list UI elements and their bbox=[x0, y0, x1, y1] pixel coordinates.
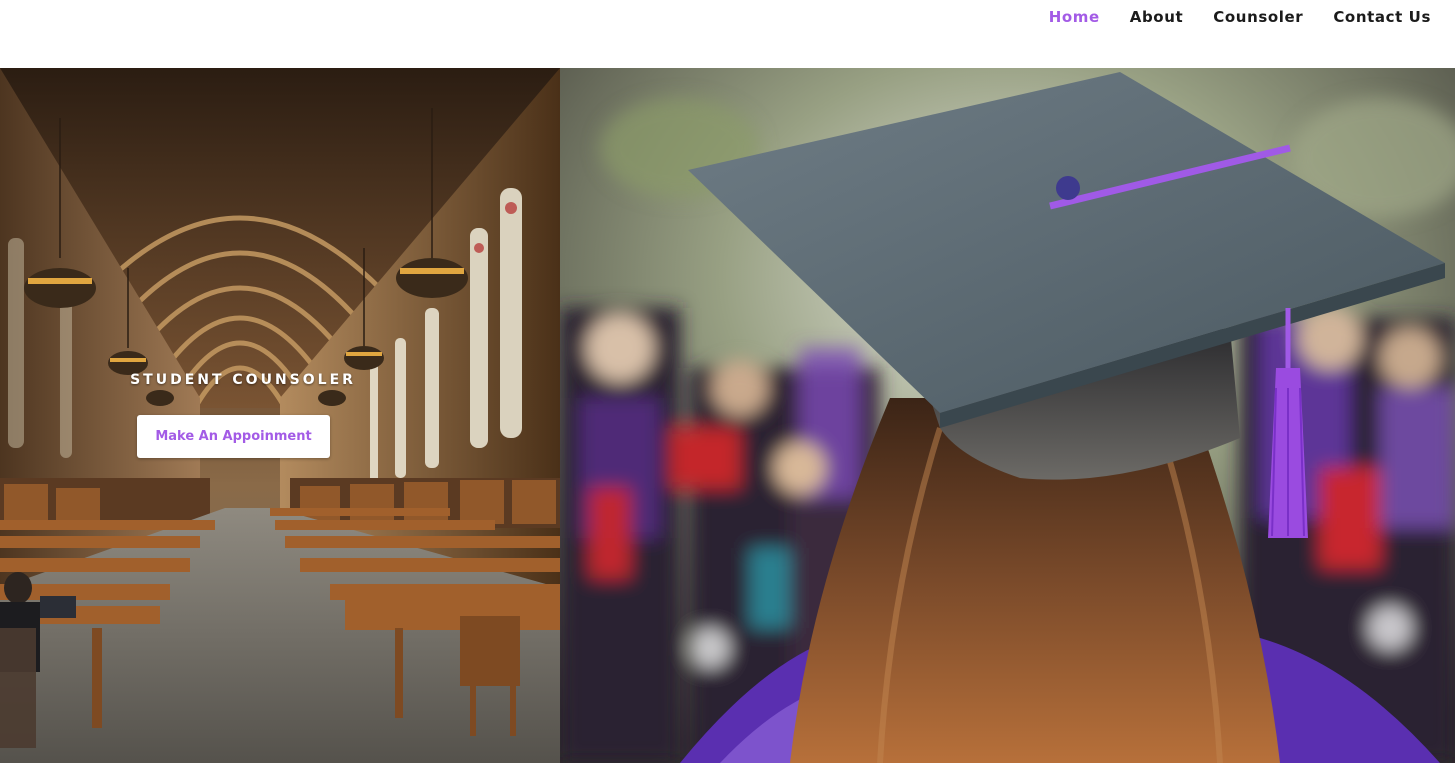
make-appointment-button[interactable]: Make An Appoinment bbox=[137, 415, 330, 458]
top-navbar: Home About Counsoler Contact Us bbox=[0, 0, 1455, 68]
nav-counsoler-link[interactable]: Counsoler bbox=[1213, 8, 1303, 26]
hero-overlay: STUDENT COUNSOLER Make An Appoinment bbox=[0, 68, 560, 763]
nav-home-link[interactable]: Home bbox=[1049, 8, 1100, 26]
hero-title: STUDENT COUNSOLER bbox=[130, 372, 356, 388]
nav-contact-link[interactable]: Contact Us bbox=[1333, 8, 1431, 26]
graduation-cap-image bbox=[560, 68, 1455, 763]
hero-section: STUDENT COUNSOLER Make An Appoinment bbox=[0, 68, 1455, 763]
main-nav: Home About Counsoler Contact Us bbox=[1049, 8, 1431, 26]
nav-about-link[interactable]: About bbox=[1130, 8, 1184, 26]
